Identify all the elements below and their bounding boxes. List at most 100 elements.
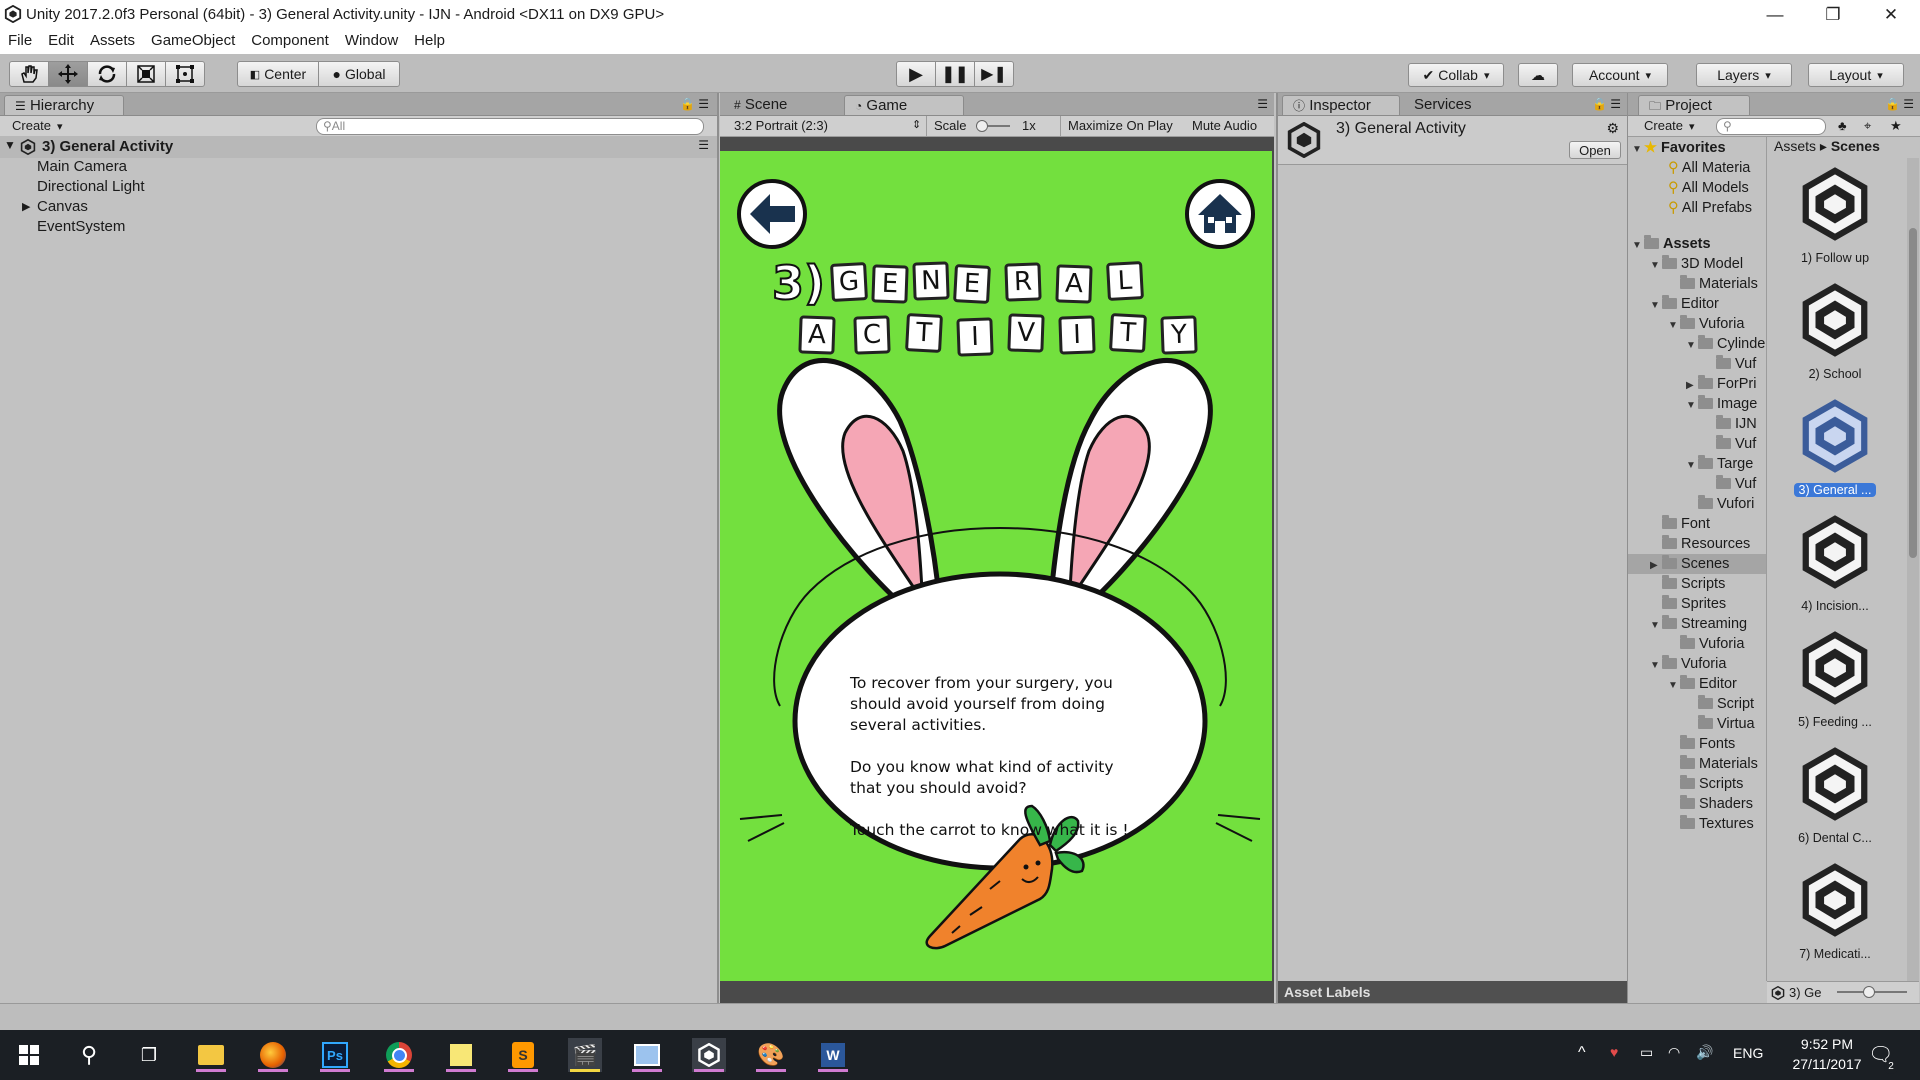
back-button[interactable]	[737, 179, 807, 249]
menu-help[interactable]: Help	[406, 30, 453, 54]
maximize-on-play-toggle[interactable]: Maximize On Play	[1068, 118, 1173, 133]
project-folder-item[interactable]: ▼ Vuforia	[1668, 314, 1744, 334]
expand-arrow-icon[interactable]: ▶	[1686, 376, 1698, 396]
project-folder-item[interactable]: Vuf	[1704, 434, 1756, 454]
sticky-notes-button[interactable]	[444, 1038, 478, 1072]
minimize-button[interactable]: —	[1746, 0, 1804, 30]
chrome-button[interactable]	[382, 1038, 416, 1072]
scene-asset-item[interactable]: 4) Incision...	[1780, 512, 1890, 613]
hierarchy-item-main-camera[interactable]: Main Camera	[37, 158, 127, 175]
hand-tool-button[interactable]	[9, 61, 49, 87]
scene-asset-item[interactable]: 3) General ...	[1780, 396, 1890, 497]
scene-header-row[interactable]: ▼ 3) General Activity ☰	[0, 136, 717, 158]
paint-button[interactable]: 🎨	[754, 1038, 788, 1072]
language-indicator[interactable]: ENG	[1733, 1045, 1763, 1061]
tab-scene[interactable]: # Scene	[724, 95, 824, 115]
unity-button[interactable]	[692, 1038, 726, 1072]
hierarchy-create-dropdown[interactable]: Create	[12, 118, 63, 133]
expand-arrow-icon[interactable]: ▼	[1650, 616, 1662, 636]
tab-inspector[interactable]: ⓘ Inspector	[1282, 95, 1400, 115]
project-folder-item[interactable]: Font	[1650, 514, 1710, 534]
home-button[interactable]	[1185, 179, 1255, 249]
collab-button[interactable]: ✔ Collab	[1408, 63, 1504, 87]
scene-menu-icon[interactable]: ☰	[698, 138, 709, 152]
step-button[interactable]: ▶❚	[974, 61, 1014, 87]
file-explorer-button[interactable]	[194, 1038, 228, 1072]
open-button[interactable]: Open	[1569, 141, 1621, 159]
tab-project[interactable]: 🗀 Project	[1638, 95, 1750, 115]
scene-asset-item[interactable]: 1) Follow up	[1780, 164, 1890, 265]
tab-services[interactable]: Services	[1404, 95, 1494, 115]
close-button[interactable]: ✕	[1862, 0, 1920, 30]
move-tool-button[interactable]	[48, 61, 88, 87]
layout-dropdown[interactable]: Layout	[1808, 63, 1904, 87]
project-folder-item[interactable]: Scripts	[1668, 774, 1743, 794]
expand-arrow-icon[interactable]: ▼	[1650, 296, 1662, 316]
photos-button[interactable]	[630, 1038, 664, 1072]
favorite-item[interactable]: ⚲ All Materia	[1668, 158, 1750, 178]
filter-type-icon[interactable]: ♣	[1838, 118, 1847, 133]
hierarchy-item-directional-light[interactable]: Directional Light	[37, 178, 145, 195]
task-view-button[interactable]: ❐	[132, 1038, 166, 1072]
project-folder-item[interactable]: ▼ 3D Model	[1650, 254, 1743, 274]
project-folder-item[interactable]: Fonts	[1668, 734, 1735, 754]
photoshop-button[interactable]: Ps	[318, 1038, 352, 1072]
project-folder-item[interactable]: ▶ Scenes	[1628, 554, 1766, 576]
project-folder-item[interactable]: ▼ Editor	[1650, 294, 1719, 314]
favorite-item[interactable]: ⚲ All Prefabs	[1668, 198, 1752, 218]
global-local-button[interactable]: ● Global	[318, 61, 400, 87]
project-folder-item[interactable]: Materials	[1668, 754, 1758, 774]
settings-gear-icon[interactable]: ⚙	[1606, 120, 1619, 137]
pivot-center-button[interactable]: ◧ Center	[237, 61, 319, 87]
menu-edit[interactable]: Edit	[40, 30, 82, 54]
menu-gameobject[interactable]: GameObject	[143, 30, 243, 54]
scene-asset-item[interactable]: 2) School	[1780, 280, 1890, 381]
project-folder-item[interactable]: Sprites	[1650, 594, 1726, 614]
project-folder-item[interactable]: Materials	[1668, 274, 1758, 294]
word-button[interactable]: W	[816, 1038, 850, 1072]
project-folder-item[interactable]: ▼ Editor	[1668, 674, 1737, 694]
panel-menu-icon[interactable]: 🔒 ☰	[680, 97, 709, 111]
maximize-button[interactable]: ❐	[1804, 0, 1862, 30]
expand-arrow-icon[interactable]: ▼	[1686, 336, 1698, 356]
menu-assets[interactable]: Assets	[82, 30, 143, 54]
hierarchy-item-canvas[interactable]: Canvas	[37, 198, 88, 215]
wifi-icon[interactable]: ◠	[1668, 1044, 1680, 1061]
menu-file[interactable]: File	[0, 30, 40, 54]
hierarchy-item-eventsystem[interactable]: EventSystem	[37, 218, 125, 235]
project-folder-item[interactable]: Scripts	[1650, 574, 1725, 594]
project-folder-item[interactable]: Vuforia	[1668, 634, 1744, 654]
project-scrollbar[interactable]	[1907, 158, 1919, 981]
tab-hierarchy[interactable]: ☰ Hierarchy	[4, 95, 124, 115]
expand-arrow-icon[interactable]: ▼	[1686, 456, 1698, 476]
game-panel-menu-icon[interactable]: ☰	[1257, 97, 1268, 111]
volume-icon[interactable]: 🔊	[1696, 1044, 1713, 1061]
inspector-menu-icon[interactable]: 🔒 ☰	[1592, 97, 1621, 111]
asset-labels-bar[interactable]: Asset Labels	[1278, 981, 1627, 1003]
expand-arrow-icon[interactable]: ▼	[1668, 316, 1680, 336]
icon-size-slider-handle[interactable]	[1863, 986, 1875, 998]
search-button[interactable]: ⚲	[72, 1038, 106, 1072]
project-folder-item[interactable]: Virtua	[1686, 714, 1755, 734]
project-folder-item[interactable]: Shaders	[1668, 794, 1753, 814]
rotate-tool-button[interactable]	[87, 61, 127, 87]
project-folder-item[interactable]: Vufori	[1686, 494, 1754, 514]
expand-arrow-icon[interactable]: ▶	[1650, 556, 1662, 576]
hierarchy-search-input[interactable]: ⚲All	[316, 118, 704, 135]
expand-arrow-icon[interactable]: ▼	[1650, 656, 1662, 676]
firefox-button[interactable]	[256, 1038, 290, 1072]
project-folder-item[interactable]: ▼ Assets	[1632, 234, 1711, 254]
breadcrumb-scenes[interactable]: Scenes	[1831, 138, 1880, 154]
favorite-item[interactable]: ⚲ All Models	[1668, 178, 1749, 198]
expand-arrow-icon[interactable]: ▼	[1650, 256, 1662, 276]
pause-button[interactable]: ❚❚	[935, 61, 975, 87]
project-folder-item[interactable]: Script	[1686, 694, 1754, 714]
cloud-button[interactable]: ☁	[1518, 63, 1558, 87]
expand-arrow-icon[interactable]: ▼	[1632, 236, 1644, 256]
expand-arrow-icon[interactable]: ▼	[1668, 676, 1680, 696]
game-canvas[interactable]: 3) G E N E R A L A C T I V I T Y To reco…	[720, 151, 1272, 981]
project-folder-item[interactable]: Resources	[1650, 534, 1750, 554]
scale-slider-handle[interactable]	[976, 120, 988, 132]
aspect-dropdown[interactable]: 3:2 Portrait (2:3)	[734, 118, 828, 133]
canvas-expand-icon[interactable]: ▶	[22, 200, 30, 213]
